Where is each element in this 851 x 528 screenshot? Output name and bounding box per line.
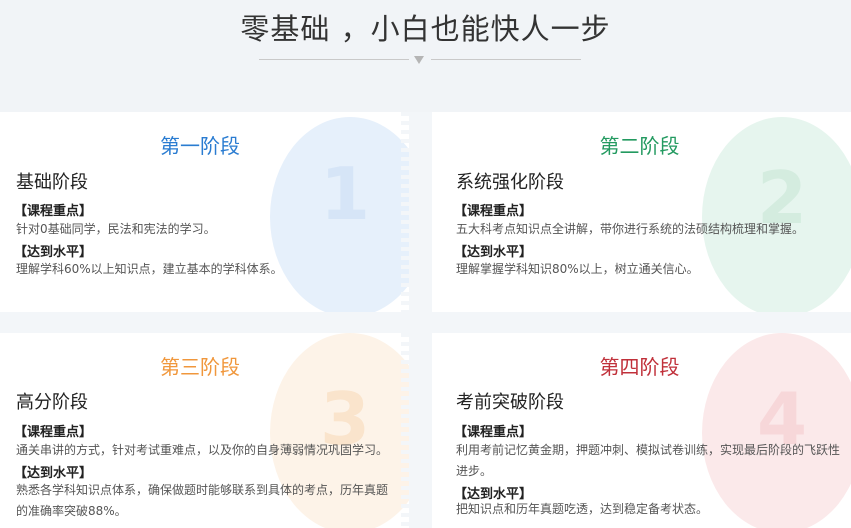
level-label: 【达到水平】 <box>14 245 93 260</box>
divider-right <box>431 59 581 60</box>
stage-name: 系统强化阶段 <box>456 172 564 193</box>
stage-card-2[interactable]: 2 第二阶段 系统强化阶段 【课程重点】 五大科考点知识点全讲解，带你进行系统的… <box>432 112 851 312</box>
level-text: 理解学科60%以上知识点，建立基本的学科体系。 <box>16 262 283 276</box>
ticket-edge <box>401 112 409 312</box>
stage-title: 第一阶段 <box>160 134 240 158</box>
focus-text: 针对0基础同学，民法和宪法的学习。 <box>16 222 216 236</box>
stage-title: 第三阶段 <box>160 355 240 379</box>
stage-title: 第四阶段 <box>599 355 680 379</box>
focus-label: 【课程重点】 <box>14 204 93 219</box>
stage-name: 高分阶段 <box>16 392 88 413</box>
stage-title: 第二阶段 <box>599 134 680 158</box>
focus-text: 利用考前记忆黄金期，押题冲刺、模拟试卷训练，实现最后阶段的飞跃性进步。 <box>456 443 841 478</box>
triangle-down-icon <box>414 56 424 64</box>
level-label: 【达到水平】 <box>14 466 93 481</box>
stage-name: 考前突破阶段 <box>456 392 564 413</box>
page-title: 零基础 ，小白也能快人一步 <box>240 12 611 46</box>
section-header: 零基础 ，小白也能快人一步 <box>0 0 851 112</box>
focus-label: 【课程重点】 <box>454 204 533 219</box>
focus-text: 通关串讲的方式，针对考试重难点，以及你的自身薄弱情况巩固学习。 <box>16 443 389 457</box>
divider-left <box>259 59 409 60</box>
focus-label: 【课程重点】 <box>454 425 533 440</box>
level-text: 熟悉各学科知识点体系，确保做题时能够联系到具体的考点，历年真题的准确率突破88%… <box>16 483 389 518</box>
level-label: 【达到水平】 <box>454 245 533 260</box>
stage-name: 基础阶段 <box>16 172 88 193</box>
ticket-edge <box>401 333 409 528</box>
stage-card-4[interactable]: 4 第四阶段 考前突破阶段 【课程重点】 利用考前记忆黄金期，押题冲刺、模拟试卷… <box>432 333 851 528</box>
level-text: 理解掌握学科知识80%以上，树立通关信心。 <box>456 262 699 276</box>
level-text: 把知识点和历年真题吃透，达到稳定备考状态。 <box>456 502 709 516</box>
stage-card-3[interactable]: 3 第三阶段 高分阶段 【课程重点】 通关串讲的方式，针对考试重难点，以及你的自… <box>0 333 409 528</box>
focus-label: 【课程重点】 <box>14 425 93 440</box>
focus-text: 五大科考点知识点全讲解，带你进行系统的法硕结构梳理和掌握。 <box>456 222 805 236</box>
stage-card-1[interactable]: 1 第一阶段 基础阶段 【课程重点】 针对0基础同学，民法和宪法的学习。 【达到… <box>0 112 409 312</box>
